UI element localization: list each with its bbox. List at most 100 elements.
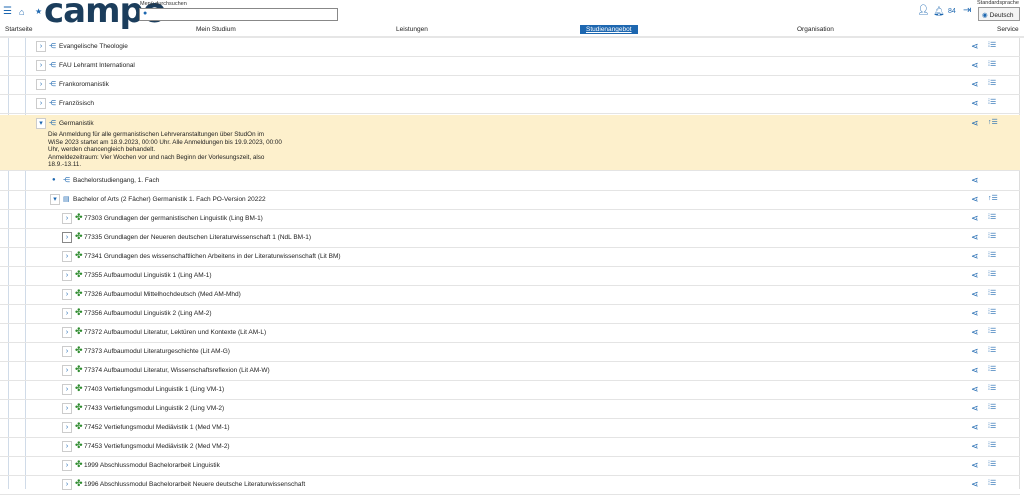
share-icon[interactable]: ⋖ bbox=[971, 251, 979, 262]
expand-toggle[interactable]: › bbox=[62, 251, 72, 262]
list-icon[interactable]: ⁞☰ bbox=[988, 327, 996, 335]
expand-toggle[interactable]: › bbox=[62, 289, 72, 300]
expand-toggle[interactable]: › bbox=[62, 365, 72, 376]
row-label[interactable]: FAU Lehramt International bbox=[59, 60, 135, 71]
sort-list-icon[interactable]: ↑☰ bbox=[988, 118, 998, 126]
star-icon[interactable]: ★ bbox=[35, 7, 42, 17]
share-icon[interactable]: ⋖ bbox=[971, 327, 979, 338]
share-icon[interactable]: ⋖ bbox=[971, 384, 979, 395]
row-label[interactable]: 77341 Grundlagen des wissenschaftlichen … bbox=[84, 251, 341, 262]
row-label[interactable]: Evangelische Theologie bbox=[59, 41, 128, 52]
list-icon[interactable]: ⁞☰ bbox=[988, 98, 996, 106]
list-icon[interactable]: ⁞☰ bbox=[988, 289, 996, 297]
share-icon[interactable]: ⋖ bbox=[971, 422, 979, 433]
list-icon[interactable]: ⁞☰ bbox=[988, 79, 996, 87]
share-icon[interactable]: ⋖ bbox=[971, 175, 979, 186]
list-icon[interactable]: ⁞☰ bbox=[988, 346, 996, 354]
menu-icon[interactable]: ☰ bbox=[3, 7, 12, 17]
share-icon[interactable]: ⋖ bbox=[971, 41, 979, 52]
list-icon[interactable]: ⁞☰ bbox=[988, 213, 996, 221]
share-icon[interactable]: ⋖ bbox=[971, 118, 979, 129]
home-icon[interactable]: ⌂ bbox=[19, 7, 24, 17]
share-icon[interactable]: ⋖ bbox=[971, 308, 979, 319]
expand-toggle[interactable]: › bbox=[62, 213, 72, 224]
collapse-toggle[interactable]: ▾ bbox=[50, 194, 60, 205]
list-icon[interactable]: ⁞☰ bbox=[988, 441, 996, 449]
share-icon[interactable]: ⋖ bbox=[971, 460, 979, 471]
expand-toggle[interactable]: › bbox=[62, 327, 72, 338]
share-icon[interactable]: ⋖ bbox=[971, 479, 979, 490]
nav-organisation[interactable]: Organisation bbox=[797, 26, 834, 33]
list-icon[interactable]: ⁞☰ bbox=[988, 403, 996, 411]
expand-toggle[interactable]: › bbox=[62, 422, 72, 433]
share-icon[interactable]: ⋖ bbox=[971, 270, 979, 281]
row-label[interactable]: Bachelorstudiengang, 1. Fach bbox=[73, 175, 159, 186]
row-label[interactable]: 77433 Vertiefungsmodul Linguistik 2 (Lin… bbox=[84, 403, 224, 414]
row-label[interactable]: 77355 Aufbaumodul Linguistik 1 (Ling AM-… bbox=[84, 270, 212, 281]
nav-service[interactable]: Service bbox=[997, 26, 1019, 33]
row-label[interactable]: 77356 Aufbaumodul Linguistik 2 (Ling AM-… bbox=[84, 308, 212, 319]
share-icon[interactable]: ⋖ bbox=[971, 365, 979, 376]
row-label[interactable]: Französisch bbox=[59, 98, 94, 109]
share-icon[interactable]: ⋖ bbox=[971, 60, 979, 71]
row-label[interactable]: 1996 Abschlussmodul Bachelorarbeit Neuer… bbox=[84, 479, 305, 490]
row-label[interactable]: 77453 Vertiefungsmodul Mediävistik 2 (Me… bbox=[84, 441, 230, 452]
list-icon[interactable]: ⁞☰ bbox=[988, 422, 996, 430]
row-label[interactable]: Frankoromanistik bbox=[59, 79, 109, 90]
list-icon[interactable]: ⁞☰ bbox=[988, 479, 996, 487]
nav-leistungen[interactable]: Leistungen bbox=[396, 26, 428, 33]
collapse-toggle[interactable]: ▾ bbox=[36, 118, 46, 129]
expand-toggle[interactable]: › bbox=[36, 41, 46, 52]
list-icon[interactable]: ⁞☰ bbox=[988, 365, 996, 373]
nav-studienangebot[interactable]: Studienangebot bbox=[580, 25, 638, 34]
nav-startseite[interactable]: Startseite bbox=[5, 26, 32, 33]
expand-toggle[interactable]: › bbox=[62, 346, 72, 357]
share-icon[interactable]: ⋖ bbox=[971, 213, 979, 224]
row-label[interactable]: 77452 Vertiefungsmodul Mediävistik 1 (Me… bbox=[84, 422, 230, 433]
expand-toggle[interactable]: › bbox=[62, 460, 72, 471]
sort-list-icon[interactable]: ↑☰ bbox=[988, 194, 998, 202]
user-icon[interactable]: 👤︎ bbox=[917, 6, 930, 16]
nav-mein-studium[interactable]: Mein Studium bbox=[196, 26, 236, 33]
bell-icon[interactable]: 🔔︎ bbox=[933, 6, 944, 16]
expand-toggle[interactable]: › bbox=[62, 403, 72, 414]
share-icon[interactable]: ⋖ bbox=[971, 346, 979, 357]
list-icon[interactable]: ⁞☰ bbox=[988, 251, 996, 259]
expand-toggle[interactable]: › bbox=[62, 441, 72, 452]
row-label[interactable]: 77403 Vertiefungsmodul Linguistik 1 (Lin… bbox=[84, 384, 224, 395]
list-icon[interactable]: ⁞☰ bbox=[988, 384, 996, 392]
share-icon[interactable]: ⋖ bbox=[971, 194, 979, 205]
expand-toggle[interactable]: › bbox=[36, 79, 46, 90]
row-label[interactable]: Bachelor of Arts (2 Fächer) Germanistik … bbox=[73, 194, 266, 205]
list-icon[interactable]: ⁞☰ bbox=[988, 41, 996, 49]
row-label[interactable]: 77372 Aufbaumodul Literatur, Lektüren un… bbox=[84, 327, 266, 338]
share-icon[interactable]: ⋖ bbox=[971, 79, 979, 90]
row-label[interactable]: 1999 Abschlussmodul Bachelorarbeit Lingu… bbox=[84, 460, 220, 471]
list-icon[interactable]: ⁞☰ bbox=[988, 60, 996, 68]
share-icon[interactable]: ⋖ bbox=[971, 441, 979, 452]
list-icon[interactable]: ⁞☰ bbox=[988, 308, 996, 316]
row-label[interactable]: Germanistik bbox=[59, 118, 94, 129]
expand-toggle[interactable]: › bbox=[62, 270, 72, 281]
list-icon[interactable]: ⁞☰ bbox=[988, 270, 996, 278]
list-icon[interactable]: ⁞☰ bbox=[988, 460, 996, 468]
row-label[interactable]: 77303 Grundlagen der germanistischen Lin… bbox=[84, 213, 263, 224]
expand-toggle[interactable]: › bbox=[62, 308, 72, 319]
language-select[interactable]: ◉ Deutsch bbox=[978, 7, 1020, 21]
list-icon[interactable]: ⁞☰ bbox=[988, 232, 996, 240]
logout-icon[interactable]: ⇥ bbox=[963, 6, 971, 16]
row-label[interactable]: 77373 Aufbaumodul Literaturgeschichte (L… bbox=[84, 346, 230, 357]
menu-search-input[interactable]: ● bbox=[139, 8, 338, 21]
expand-toggle[interactable]: › bbox=[36, 98, 46, 109]
row-label[interactable]: 77335 Grundlagen der Neueren deutschen L… bbox=[84, 232, 311, 243]
row-label[interactable]: 77326 Aufbaumodul Mittelhochdeutsch (Med… bbox=[84, 289, 241, 300]
expand-toggle[interactable]: › bbox=[62, 232, 72, 243]
row-label[interactable]: 77374 Aufbaumodul Literatur, Wissenschaf… bbox=[84, 365, 270, 376]
share-icon[interactable]: ⋖ bbox=[971, 403, 979, 414]
share-icon[interactable]: ⋖ bbox=[971, 98, 979, 109]
expand-toggle[interactable]: › bbox=[36, 60, 46, 71]
share-icon[interactable]: ⋖ bbox=[971, 232, 979, 243]
expand-toggle[interactable]: › bbox=[62, 384, 72, 395]
expand-toggle[interactable]: › bbox=[62, 479, 72, 490]
share-icon[interactable]: ⋖ bbox=[971, 289, 979, 300]
